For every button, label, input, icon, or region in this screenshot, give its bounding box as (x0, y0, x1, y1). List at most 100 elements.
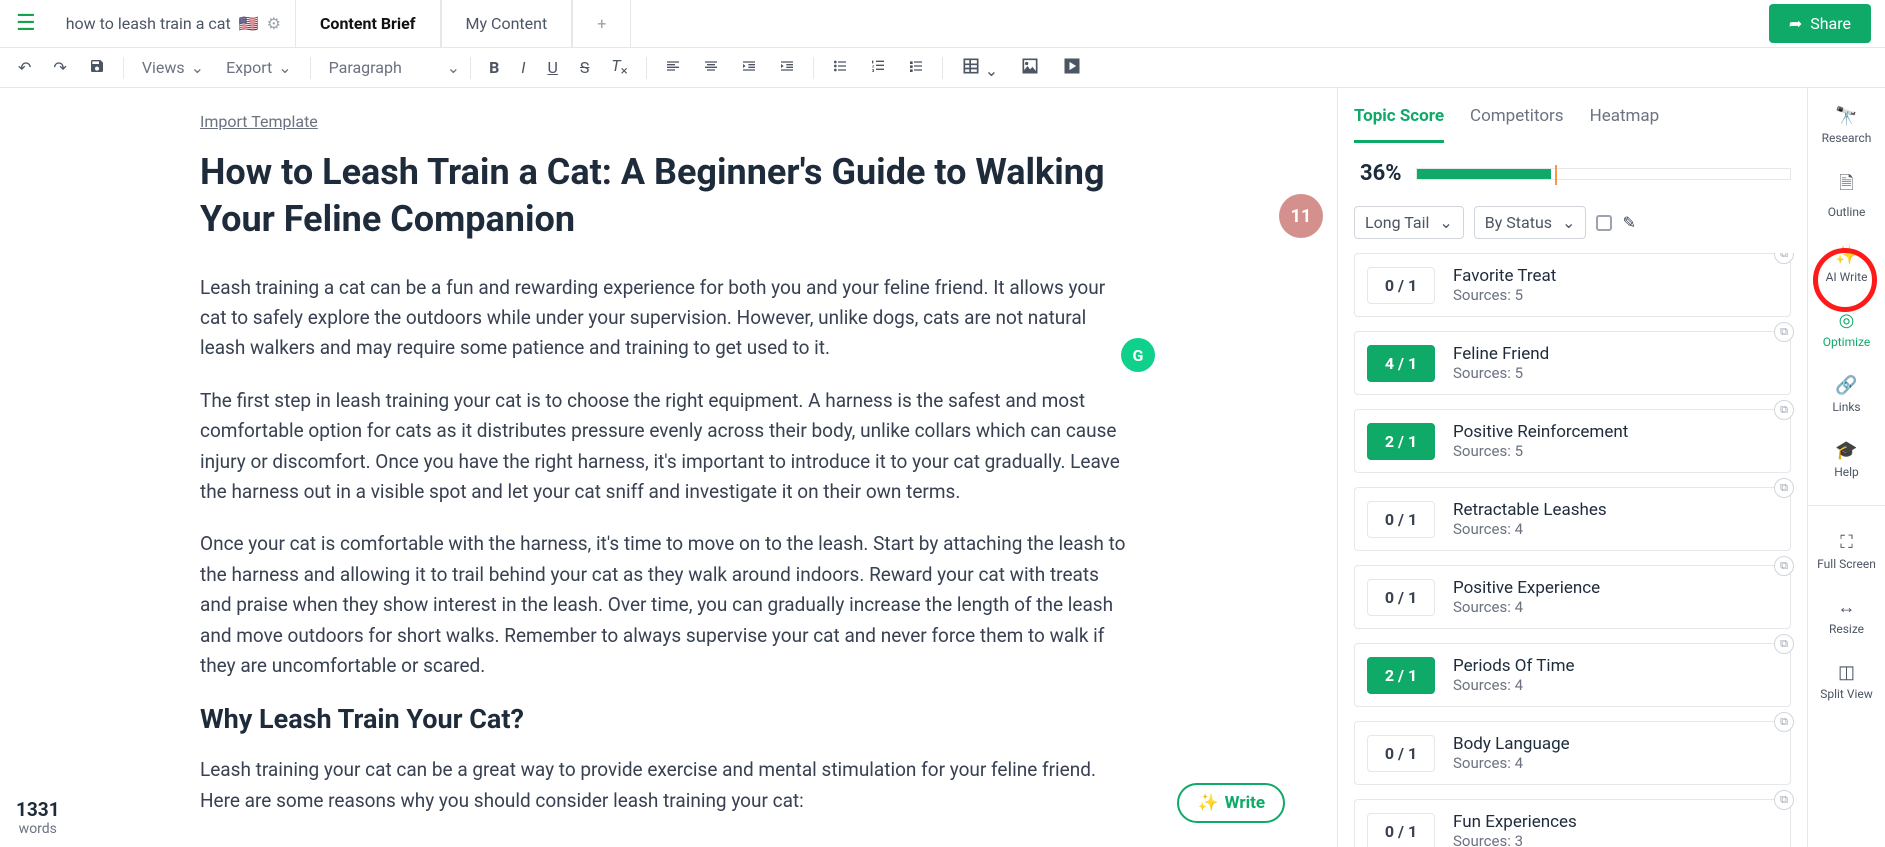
sidebar-resize[interactable]: ↔ Resize (1808, 593, 1885, 640)
bold-icon[interactable]: B (481, 52, 507, 83)
views-dropdown[interactable]: Views⌄ (134, 54, 212, 81)
split-icon: ◫ (1838, 662, 1855, 683)
topic-count-badge: 0 / 1 (1367, 813, 1435, 847)
copy-icon[interactable]: ⧉ (1774, 253, 1794, 264)
copy-icon[interactable]: ⧉ (1774, 556, 1794, 576)
paragraph-3[interactable]: Once your cat is comfortable with the ha… (200, 529, 1130, 681)
paragraph-dropdown[interactable]: Paragraph (321, 54, 441, 81)
write-button[interactable]: ✨ Write (1177, 783, 1285, 823)
topic-card[interactable]: 2 / 1Positive ReinforcementSources: 5⧉ (1354, 409, 1791, 473)
score-row: 36% (1338, 143, 1807, 198)
sidebar-splitview[interactable]: ◫Split View (1808, 658, 1885, 705)
editor-area[interactable]: Import Template How to Leash Train a Cat… (0, 88, 1337, 847)
copy-icon[interactable]: ⧉ (1774, 322, 1794, 342)
article-title[interactable]: How to Leash Train a Cat: A Beginner's G… (200, 149, 1130, 243)
topic-sources: Sources: 4 (1453, 598, 1600, 616)
gear-icon[interactable]: ⚙ (267, 14, 281, 33)
video-icon[interactable] (1054, 50, 1090, 86)
copy-icon[interactable]: ⧉ (1774, 790, 1794, 810)
import-template-link[interactable]: Import Template (200, 112, 318, 131)
document-title-box[interactable]: how to leash train a cat 🇺🇸 ⚙ (52, 0, 295, 47)
topic-name: Feline Friend (1453, 344, 1549, 364)
sidebar-help[interactable]: 🎓Help (1808, 436, 1885, 483)
export-dropdown[interactable]: Export⌄ (218, 54, 300, 81)
target-icon: ◎ (1839, 310, 1855, 331)
sidebar-resize-label: Resize (1829, 622, 1864, 636)
topic-card[interactable]: 2 / 1Periods Of TimeSources: 4⧉ (1354, 643, 1791, 707)
wand-icon: ✨ (1197, 793, 1218, 813)
longtail-dropdown[interactable]: Long Tail⌄ (1354, 206, 1464, 239)
longtail-label: Long Tail (1365, 213, 1429, 232)
score-value: 36% (1360, 161, 1402, 186)
topic-card[interactable]: 4 / 1Feline FriendSources: 5⧉ (1354, 331, 1791, 395)
paragraph-1[interactable]: Leash training a cat can be a fun and re… (200, 273, 1130, 364)
sidebar-links-label: Links (1832, 400, 1860, 414)
indent-icon[interactable] (771, 52, 803, 84)
undo-icon[interactable]: ↶ (10, 52, 39, 83)
checklist-icon[interactable] (900, 52, 932, 84)
share-label: Share (1810, 14, 1851, 33)
tab-my-content[interactable]: My Content (441, 0, 573, 47)
tab-heatmap[interactable]: Heatmap (1590, 106, 1660, 143)
copy-icon[interactable]: ⧉ (1774, 400, 1794, 420)
paragraph-label: Paragraph (329, 58, 402, 77)
image-icon[interactable] (1012, 50, 1048, 86)
topic-name: Fun Experiences (1453, 812, 1577, 832)
views-label: Views (142, 58, 185, 77)
topic-card[interactable]: 0 / 1Favorite TreatSources: 5⧉ (1354, 253, 1791, 317)
sidebar-aiwrite[interactable]: ✨AI Write (1808, 241, 1885, 288)
copy-icon[interactable]: ⧉ (1774, 478, 1794, 498)
underline-icon[interactable]: U (540, 52, 566, 83)
sidebar-optimize[interactable]: ◎Optimize (1808, 306, 1885, 353)
header-tabs: Content Brief My Content + (295, 0, 631, 47)
suggestion-count-badge[interactable]: 11 (1279, 194, 1323, 238)
share-button[interactable]: ➦ Share (1769, 4, 1871, 43)
bullet-list-icon[interactable] (824, 52, 856, 84)
grammarly-icon[interactable]: G (1121, 338, 1155, 372)
filter-checkbox[interactable] (1596, 215, 1612, 231)
outdent-icon[interactable] (733, 52, 765, 84)
sidebar-research[interactable]: 🔭 Research (1808, 102, 1885, 149)
copy-icon[interactable]: ⧉ (1774, 712, 1794, 732)
tab-topic-score[interactable]: Topic Score (1354, 106, 1444, 143)
heading-why[interactable]: Why Leash Train Your Cat? (200, 703, 1130, 735)
copy-icon[interactable]: ⧉ (1774, 634, 1794, 654)
sidebar-fullscreen[interactable]: ⛶Full Screen (1808, 528, 1885, 575)
tab-competitors[interactable]: Competitors (1470, 106, 1564, 143)
score-fill (1417, 169, 1551, 179)
topic-text: Body LanguageSources: 4 (1453, 734, 1570, 772)
tab-content-brief[interactable]: Content Brief (295, 0, 441, 47)
topic-card[interactable]: 0 / 1Retractable LeashesSources: 4⧉ (1354, 487, 1791, 551)
table-icon[interactable]: ⌄ (953, 50, 1006, 86)
topic-card[interactable]: 0 / 1Body LanguageSources: 4⧉ (1354, 721, 1791, 785)
wand-icon: ✨ (1835, 245, 1857, 266)
redo-icon[interactable]: ↷ (45, 52, 74, 83)
paragraph-4[interactable]: Leash training your cat can be a great w… (200, 755, 1130, 816)
topic-card[interactable]: 0 / 1Fun ExperiencesSources: 3⧉ (1354, 799, 1791, 847)
sidebar-research-label: Research (1822, 131, 1872, 145)
topic-count-badge: 4 / 1 (1367, 345, 1435, 382)
write-label: Write (1225, 793, 1265, 813)
resize-icon: ↔ (1838, 597, 1856, 618)
topic-card[interactable]: 0 / 1Positive ExperienceSources: 4⧉ (1354, 565, 1791, 629)
sidebar-help-label: Help (1834, 465, 1859, 479)
align-left-icon[interactable] (657, 52, 689, 84)
align-center-icon[interactable] (695, 52, 727, 84)
paragraph-2[interactable]: The first step in leash training your ca… (200, 386, 1130, 508)
topic-text: Positive ExperienceSources: 4 (1453, 578, 1600, 616)
italic-icon[interactable]: I (513, 52, 533, 83)
sidebar-links[interactable]: 🔗Links (1808, 371, 1885, 418)
clear-format-icon[interactable]: T× (603, 50, 635, 85)
topic-name: Periods Of Time (1453, 656, 1575, 676)
pencil-icon[interactable]: ✎ (1622, 213, 1635, 232)
tab-add[interactable]: + (572, 0, 631, 47)
topic-name: Body Language (1453, 734, 1570, 754)
strikethrough-icon[interactable]: S (572, 52, 598, 83)
number-list-icon[interactable] (862, 52, 894, 84)
save-icon[interactable] (81, 52, 113, 84)
topic-sources: Sources: 4 (1453, 520, 1607, 538)
sidebar-outline[interactable]: 🗎Outline (1808, 167, 1885, 223)
menu-icon[interactable]: ☰ (0, 11, 52, 36)
binoculars-icon: 🔭 (1835, 106, 1857, 127)
bystatus-dropdown[interactable]: By Status⌄ (1474, 206, 1587, 239)
